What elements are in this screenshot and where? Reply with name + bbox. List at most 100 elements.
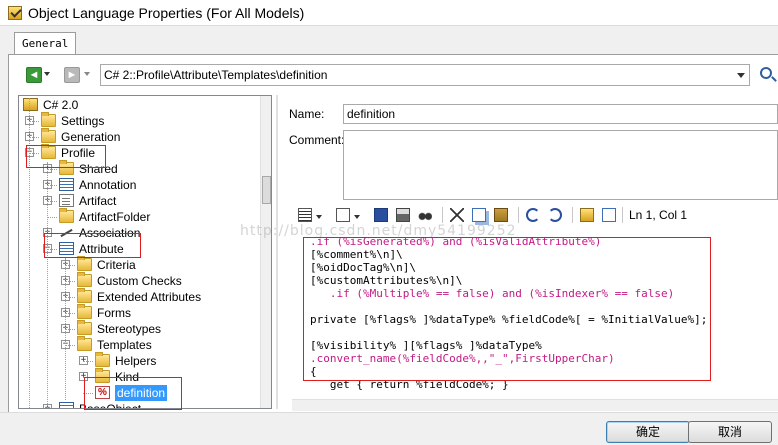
tree-item-label: BaseObject — [79, 402, 142, 409]
code-line: .convert_name(%fieldCode%,,"_",FirstUppe… — [310, 352, 615, 365]
search-icon[interactable] — [760, 67, 772, 79]
folder-icon — [59, 160, 74, 175]
tree-connector — [47, 233, 57, 234]
insert-field-icon[interactable] — [580, 208, 594, 222]
properties-icon[interactable] — [298, 208, 312, 222]
code-line: [%customAttributes%\n]\ — [310, 274, 463, 287]
name-input[interactable]: definition — [343, 104, 778, 124]
tree-item-custom-checks[interactable]: + Custom Checks — [19, 272, 259, 289]
tree-item-label: Settings — [61, 114, 105, 128]
folder-icon — [77, 272, 92, 287]
pane-splitter[interactable] — [276, 95, 278, 409]
template-editor[interactable]: .if (%isGenerated%) and (%isValidAttribu… — [303, 231, 778, 399]
chevron-down-icon[interactable] — [354, 215, 360, 219]
tab-general[interactable]: General — [14, 32, 77, 55]
paste-icon[interactable] — [494, 208, 508, 222]
code-line: [%comment%\n]\ — [310, 248, 403, 261]
folder-icon — [77, 304, 92, 319]
cancel-button[interactable]: 取消 — [688, 421, 772, 443]
tree-connector — [47, 201, 57, 202]
ok-button[interactable]: 确定 — [606, 421, 690, 443]
arrow-left-icon[interactable]: ◄ — [26, 67, 42, 83]
tree-item-forms[interactable]: + Forms — [19, 304, 259, 321]
tree-item-label: Profile — [61, 146, 96, 160]
tree-item-label: Helpers — [115, 354, 157, 368]
tree-item-label: Forms — [97, 306, 131, 320]
editor-scrollbar[interactable] — [292, 399, 778, 411]
folder-icon — [95, 352, 110, 367]
tree-connector — [83, 377, 93, 378]
path-text: C# 2::Profile\Attribute\Templates\defini… — [104, 68, 328, 82]
tree-item-stereotypes[interactable]: + Stereotypes — [19, 320, 259, 337]
tree-scrollbar[interactable] — [260, 96, 271, 408]
copy-icon[interactable] — [472, 208, 486, 222]
app-icon — [8, 5, 22, 20]
chevron-down-icon[interactable] — [737, 73, 745, 78]
tree-item-attribute[interactable]: − Attribute — [19, 241, 259, 257]
tree-item-definition[interactable]: % definition — [19, 385, 259, 401]
tree-item-shared[interactable]: + Shared — [19, 160, 259, 177]
tree-guide — [47, 162, 48, 408]
code-line: get { return %fieldCode%; } — [310, 378, 509, 391]
operators-icon[interactable] — [602, 208, 616, 222]
metaclass-icon — [59, 242, 74, 255]
tree-item-criteria[interactable]: + Criteria — [19, 256, 259, 273]
tree-item-label: Annotation — [79, 178, 137, 192]
tree-item-association[interactable]: + Association — [19, 225, 259, 241]
tree-item-helpers[interactable]: + Helpers — [19, 352, 259, 369]
tree-item-label: Association — [79, 226, 141, 240]
tree-connector — [29, 137, 39, 138]
print-icon[interactable] — [396, 208, 410, 222]
cut-icon[interactable] — [450, 208, 464, 222]
chevron-down-icon[interactable] — [44, 72, 50, 76]
tree-item-label: Attribute — [79, 242, 124, 256]
tree-guide — [65, 258, 66, 400]
tree-item-artifactfolder[interactable]: ArtifactFolder — [19, 208, 259, 225]
chevron-down-icon[interactable] — [84, 72, 90, 76]
window-title: Object Language Properties (For All Mode… — [28, 4, 305, 21]
scrollbar-thumb[interactable] — [262, 176, 271, 204]
redo-icon[interactable] — [548, 208, 562, 222]
metaclass-icon — [59, 178, 74, 191]
name-label: Name: — [289, 107, 325, 121]
toolbar-separator — [572, 207, 573, 223]
tree-item-profile[interactable]: − Profile — [19, 144, 259, 161]
tree-item-label: Artifact — [79, 194, 117, 208]
chevron-down-icon[interactable] — [316, 215, 322, 219]
code-line: .if (%Multiple% == false) and (%isIndexe… — [310, 287, 675, 300]
tree-item-annotation[interactable]: + Annotation — [19, 177, 259, 193]
tree-connector — [65, 345, 75, 346]
tree-item-settings[interactable]: + Settings — [19, 112, 259, 129]
resource-tree[interactable]: C# 2.0 + Settings + Generation − Profile + Share… — [18, 95, 272, 409]
folder-icon — [77, 320, 92, 335]
model-icon — [23, 98, 38, 111]
tree-item-label: ArtifactFolder — [79, 210, 151, 224]
dialog-buttons: 确定 取消 — [0, 412, 778, 445]
metaclass-icon — [59, 402, 74, 408]
code-line: { — [310, 365, 317, 378]
toolbar-separator — [518, 207, 519, 223]
code-line: .if (%isGenerated%) and (%isValidAttribu… — [310, 235, 602, 248]
tree-item-generation[interactable]: + Generation — [19, 128, 259, 145]
tree-connector — [29, 121, 39, 122]
comment-textarea[interactable] — [343, 130, 778, 200]
tree-item-templates[interactable]: − Templates — [19, 336, 259, 353]
tree-item-c-2-0[interactable]: C# 2.0 — [19, 97, 259, 113]
find-icon[interactable] — [418, 208, 432, 222]
toolbar-separator — [442, 207, 443, 223]
edit-icon[interactable] — [336, 208, 350, 222]
tree-item-label: definition — [115, 385, 168, 401]
tree-item-kind[interactable]: + Kind — [19, 368, 259, 385]
tree-item-label: Custom Checks — [97, 274, 182, 288]
tree-item-label: Templates — [97, 338, 152, 352]
tree-item-artifact[interactable]: + Artifact — [19, 193, 259, 209]
arrow-right-icon[interactable]: ► — [64, 67, 80, 83]
tree-connector — [65, 329, 75, 330]
tree-item-baseobject[interactable]: + BaseObject — [19, 401, 259, 409]
tree-item-extended-attributes[interactable]: + Extended Attributes — [19, 288, 259, 305]
save-icon[interactable] — [374, 208, 388, 222]
tree-connector — [29, 153, 39, 154]
path-combo[interactable]: C# 2::Profile\Attribute\Templates\defini… — [100, 64, 750, 86]
folder-icon — [77, 256, 92, 271]
undo-icon[interactable] — [526, 208, 540, 222]
